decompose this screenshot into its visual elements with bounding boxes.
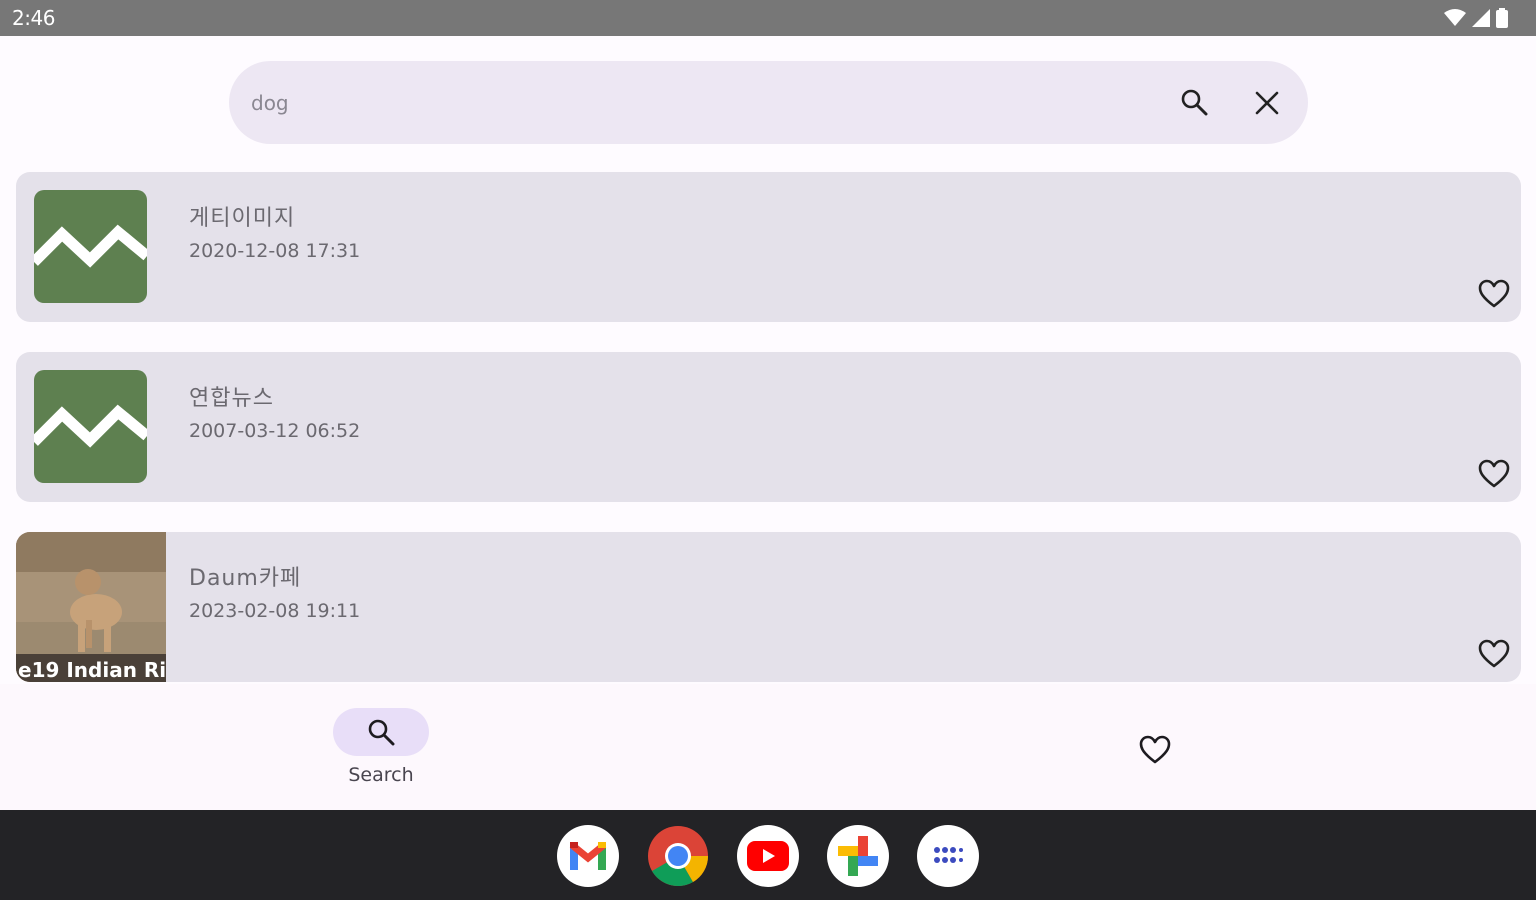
result-title: Daum카페 xyxy=(189,566,302,591)
status-icons xyxy=(1444,8,1508,28)
photos-icon[interactable] xyxy=(827,825,889,887)
nav-search-button[interactable] xyxy=(333,708,429,756)
favorite-heart-icon[interactable] xyxy=(1477,638,1511,670)
search-icon xyxy=(368,719,395,746)
search-bar xyxy=(229,61,1308,144)
favorite-heart-icon[interactable] xyxy=(1477,458,1511,490)
image-placeholder-icon xyxy=(34,190,147,303)
taskbar xyxy=(0,810,1536,900)
nav-favorites-heart-icon[interactable] xyxy=(1138,734,1172,766)
close-icon[interactable] xyxy=(1254,88,1280,116)
result-date: 2007-03-12 06:52 xyxy=(189,420,361,442)
app-drawer-icon[interactable] xyxy=(917,825,979,887)
gmail-icon[interactable] xyxy=(557,825,619,887)
result-title: 게티이미지 xyxy=(189,206,296,231)
result-card[interactable]: e19 Indian Ri Daum카페 2023-02-08 19:11 xyxy=(16,532,1521,682)
image-placeholder-icon xyxy=(34,370,147,483)
youtube-icon[interactable] xyxy=(737,825,799,887)
nav-search-label: Search xyxy=(348,764,414,786)
battery-icon xyxy=(1496,8,1508,28)
wifi-icon xyxy=(1444,9,1466,26)
dog-photo-thumbnail: e19 Indian Ri xyxy=(16,532,166,682)
thumbnail-caption: e19 Indian Ri xyxy=(18,658,166,682)
chrome-icon[interactable] xyxy=(647,825,709,887)
result-date: 2020-12-08 17:31 xyxy=(189,240,361,262)
bottom-navigation: Search xyxy=(0,684,1536,810)
search-icon[interactable] xyxy=(1180,88,1208,116)
status-bar: 2:46 xyxy=(0,0,1536,36)
result-title: 연합뉴스 xyxy=(189,386,274,411)
search-input[interactable] xyxy=(251,61,1151,144)
signal-icon xyxy=(1472,9,1490,27)
result-date: 2023-02-08 19:11 xyxy=(189,600,361,622)
result-card[interactable]: 연합뉴스 2007-03-12 06:52 xyxy=(16,352,1521,502)
favorite-heart-icon[interactable] xyxy=(1477,278,1511,310)
result-card[interactable]: 게티이미지 2020-12-08 17:31 xyxy=(16,172,1521,322)
status-time: 2:46 xyxy=(12,6,55,30)
